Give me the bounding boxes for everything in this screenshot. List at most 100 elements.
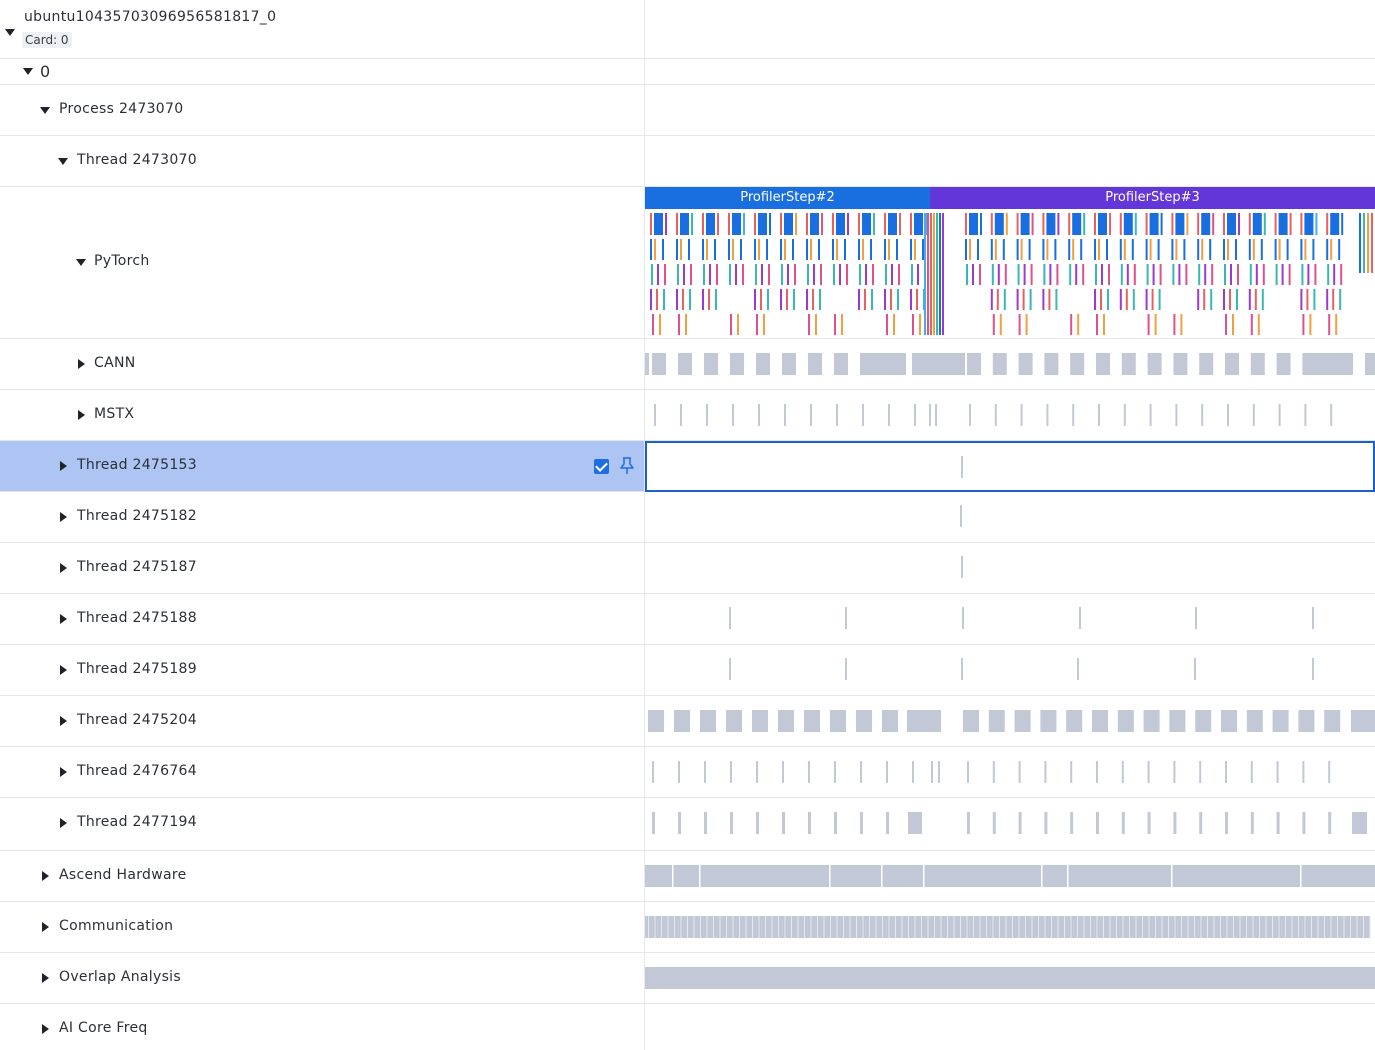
- comm-separator[interactable]: [1142, 916, 1143, 938]
- trace-slice[interactable]: [1096, 314, 1098, 335]
- trace-slice[interactable]: [1315, 213, 1318, 235]
- cann-slice[interactable]: [992, 353, 1007, 375]
- comm-separator[interactable]: [1272, 916, 1273, 938]
- comm-slice[interactable]: [645, 916, 1370, 938]
- trace-slice[interactable]: [755, 264, 757, 285]
- trace-slice[interactable]: [763, 314, 765, 335]
- thread-slice[interactable]: [1352, 812, 1367, 834]
- trace-slice[interactable]: [1016, 289, 1019, 310]
- comm-separator[interactable]: [979, 916, 981, 938]
- trace-slice[interactable]: [1101, 264, 1103, 285]
- trace-slice[interactable]: [1371, 213, 1373, 273]
- comm-separator[interactable]: [1096, 916, 1098, 938]
- trace-slice[interactable]: [914, 213, 923, 235]
- group-row[interactable]: Ascend Hardware: [0, 851, 644, 902]
- trace-slice[interactable]: [1367, 213, 1369, 273]
- pytorch-lane[interactable]: ProfilerStep#2 ProfilerStep#3: [645, 187, 1375, 339]
- trace-slice[interactable]: [1178, 264, 1181, 285]
- trace-slice[interactable]: [912, 314, 914, 335]
- comm-separator[interactable]: [1324, 916, 1325, 938]
- expand-toggle-icon[interactable]: [58, 158, 68, 165]
- comm-separator[interactable]: [927, 916, 929, 938]
- trace-slice[interactable]: [834, 314, 836, 335]
- comm-separator[interactable]: [1194, 916, 1195, 938]
- cann-slice[interactable]: [1199, 353, 1214, 375]
- trace-slice[interactable]: [927, 213, 929, 335]
- thread-slice[interactable]: [756, 812, 759, 834]
- trace-slice[interactable]: [836, 213, 845, 235]
- hardware-separator[interactable]: [1300, 865, 1302, 887]
- thread-slice[interactable]: [1195, 710, 1212, 732]
- trace-slice[interactable]: [1330, 213, 1340, 235]
- cann-slice[interactable]: [923, 353, 965, 375]
- trace-slice[interactable]: [766, 239, 768, 260]
- trace-slice[interactable]: [1306, 289, 1309, 310]
- trace-slice[interactable]: [1149, 239, 1152, 260]
- trace-slice[interactable]: [1108, 264, 1110, 285]
- trace-slice[interactable]: [810, 239, 812, 260]
- trace-slice[interactable]: [1203, 289, 1206, 310]
- trace-slice[interactable]: [1160, 213, 1163, 235]
- comm-separator[interactable]: [1103, 916, 1104, 938]
- trace-slice[interactable]: [1069, 264, 1072, 285]
- trace-slice[interactable]: [729, 264, 731, 285]
- trace-slice[interactable]: [1335, 314, 1338, 335]
- comm-separator[interactable]: [1005, 916, 1007, 938]
- group-row[interactable]: Communication: [0, 902, 644, 953]
- trace-slice[interactable]: [1056, 264, 1059, 285]
- thread-slice[interactable]: [652, 812, 655, 834]
- trace-slice[interactable]: [1257, 314, 1260, 335]
- trace-slice[interactable]: [1209, 239, 1212, 260]
- trace-slice[interactable]: [1309, 314, 1312, 335]
- trace-slice[interactable]: [1070, 314, 1073, 335]
- thread-slice[interactable]: [908, 812, 922, 834]
- trace-slice[interactable]: [836, 239, 838, 260]
- trace-slice[interactable]: [1263, 213, 1266, 235]
- comm-separator[interactable]: [1012, 916, 1013, 938]
- thread-slice[interactable]: [912, 761, 914, 783]
- expand-toggle-icon[interactable]: [60, 614, 67, 624]
- trace-slice[interactable]: [702, 239, 704, 260]
- comm-separator[interactable]: [895, 916, 896, 938]
- trace-slice[interactable]: [1230, 264, 1232, 285]
- trace-slice[interactable]: [740, 239, 742, 260]
- thread-slice[interactable]: [856, 710, 872, 732]
- thread-slice[interactable]: [992, 761, 995, 783]
- trace-slice[interactable]: [813, 264, 815, 285]
- thread-slice[interactable]: [967, 761, 969, 783]
- trace-slice[interactable]: [691, 213, 693, 235]
- thread-slice[interactable]: [830, 710, 846, 732]
- trace-slice[interactable]: [862, 213, 871, 235]
- trace-slice[interactable]: [832, 213, 834, 235]
- mstx-marker[interactable]: [810, 404, 812, 426]
- thread-slice[interactable]: [845, 658, 847, 680]
- trace-slice[interactable]: [761, 264, 763, 285]
- cann-slice[interactable]: [870, 353, 906, 375]
- trace-slice[interactable]: [786, 289, 788, 310]
- trace-slice[interactable]: [990, 289, 993, 310]
- trace-slice[interactable]: [1223, 213, 1225, 235]
- thread-slice[interactable]: [1079, 607, 1081, 629]
- comm-separator[interactable]: [921, 916, 922, 938]
- hardware-separator[interactable]: [881, 865, 883, 887]
- trace-slice[interactable]: [787, 264, 789, 285]
- thread-slice[interactable]: [804, 710, 820, 732]
- comm-separator[interactable]: [1330, 916, 1332, 938]
- comm-separator[interactable]: [1168, 916, 1169, 938]
- trace-slice[interactable]: [994, 213, 1004, 235]
- comm-separator[interactable]: [654, 916, 656, 938]
- trace-slice[interactable]: [793, 289, 795, 310]
- trace-slice[interactable]: [864, 289, 866, 310]
- comm-separator[interactable]: [914, 916, 916, 938]
- trace-slice[interactable]: [815, 314, 817, 335]
- comm-separator[interactable]: [804, 916, 805, 938]
- trace-slice[interactable]: [1227, 213, 1236, 235]
- expand-toggle-icon[interactable]: [60, 665, 67, 675]
- thread-slice[interactable]: [782, 812, 785, 834]
- trace-slice[interactable]: [743, 213, 745, 235]
- trace-slice[interactable]: [994, 239, 997, 260]
- trace-slice[interactable]: [760, 289, 762, 310]
- trace-slice[interactable]: [1238, 213, 1240, 235]
- trace-slice[interactable]: [1075, 264, 1078, 285]
- thread-slice[interactable]: [1199, 761, 1202, 783]
